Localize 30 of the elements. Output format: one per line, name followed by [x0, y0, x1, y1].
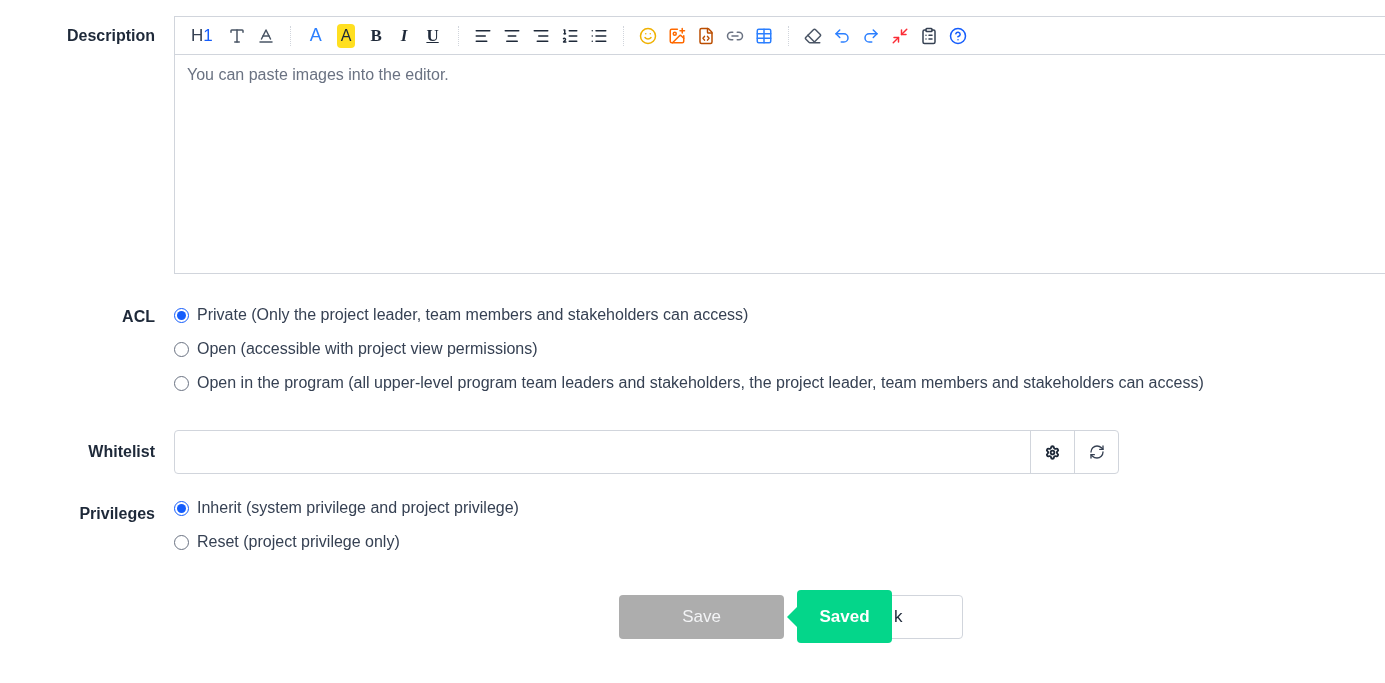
heading-button[interactable]: H1 — [187, 22, 217, 49]
underline-button[interactable]: U — [422, 22, 443, 49]
eraser-icon[interactable] — [803, 26, 822, 45]
italic-button[interactable]: I — [396, 22, 412, 49]
save-button: Save — [619, 595, 784, 639]
shrink-icon[interactable] — [890, 26, 909, 45]
saved-tooltip: Saved — [797, 590, 892, 643]
radio-label: Reset (project privilege only) — [197, 532, 400, 552]
field-label: Privileges — [79, 505, 155, 522]
radio-label: Open (accessible with project view permissions) — [197, 339, 538, 359]
bold-button[interactable]: B — [366, 22, 386, 49]
field-label: Description — [67, 27, 155, 44]
field-label: ACL — [122, 308, 155, 325]
table-icon[interactable] — [754, 26, 773, 45]
help-icon[interactable] — [948, 26, 967, 45]
radio-label: Inherit (system privilege and project privilege) — [197, 498, 519, 518]
rich-text-editor[interactable]: H1 A A B I U You can paste images into the editor. — [174, 16, 1385, 274]
redo-icon[interactable] — [861, 26, 880, 45]
editor-area[interactable]: You can paste images into the editor. — [175, 55, 1385, 255]
numbered-list-icon[interactable] — [560, 26, 579, 45]
font-icon[interactable] — [227, 26, 246, 45]
highlight-button[interactable]: A — [336, 23, 356, 48]
code-icon[interactable] — [696, 26, 715, 45]
undo-icon[interactable] — [832, 26, 851, 45]
radio-label: Private (Only the project leader, team members and stakeholders can access) — [197, 305, 749, 325]
font-color-button[interactable]: A — [305, 22, 326, 49]
clipboard-icon[interactable] — [919, 26, 938, 45]
field-label: Whitelist — [88, 443, 155, 460]
image-icon[interactable] — [667, 26, 686, 45]
radio-label: Open in the program (all upper-level program team leaders and stakeholders, the project leader, team members and stakeholders can access) — [197, 373, 1204, 393]
